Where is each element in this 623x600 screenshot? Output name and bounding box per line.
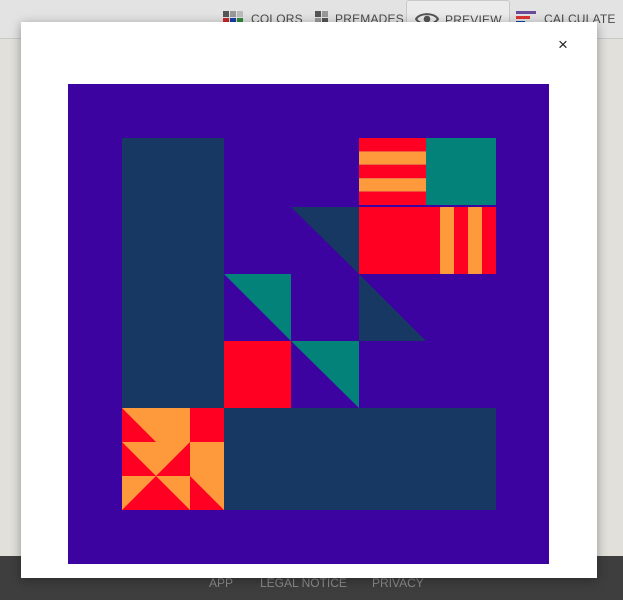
red-square-block [224,341,291,408]
patch-square [156,408,190,442]
navy-column-block [122,138,224,410]
stripe [426,207,440,274]
quilt-preview [68,84,549,564]
navy-bottom-block [224,408,496,510]
stripe [359,151,426,165]
stripe [359,191,426,205]
legal-notice-link[interactable]: LEGAL NOTICE [260,576,347,590]
stripe [482,207,496,274]
horizontal-stripe-block [359,138,426,205]
stripe [359,164,426,179]
preview-modal: × [21,22,597,578]
triangle-patch-block [122,408,224,510]
stripe [468,207,482,274]
stripe [359,178,426,192]
vertical-stripe-block [426,207,496,274]
close-button[interactable]: × [554,36,572,54]
stripe [440,207,454,274]
app-link[interactable]: APP [209,576,233,590]
teal-square-block [426,138,496,205]
patch-square [190,442,224,476]
red-square-block [359,207,426,274]
privacy-link[interactable]: PRIVACY [372,576,424,590]
stripe [359,138,426,152]
stripe [454,207,468,274]
